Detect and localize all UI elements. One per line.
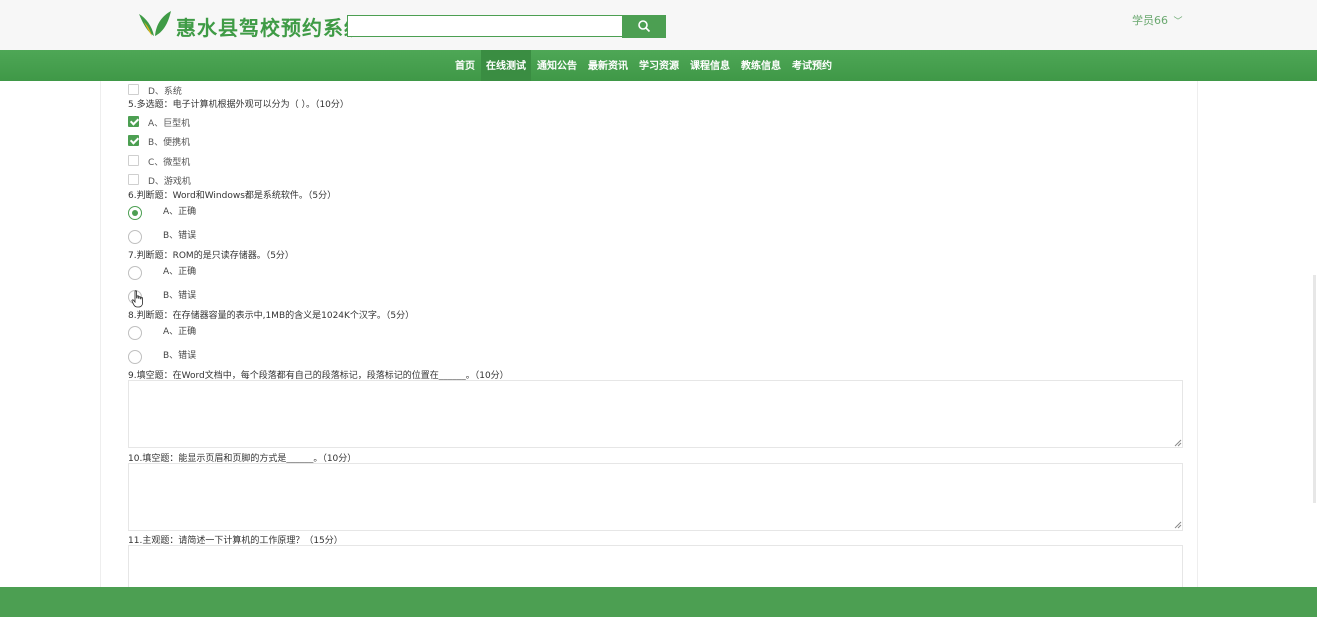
site-header: 惠水县驾校预约系统 学员66 ﹀ (0, 0, 1317, 50)
q9-answer-textarea[interactable] (128, 380, 1183, 448)
option-label: A、巨型机 (148, 119, 191, 129)
nav-item-notices[interactable]: 通知公告 (532, 50, 582, 81)
search-icon (638, 20, 651, 33)
nav-item-news[interactable]: 最新资讯 (583, 50, 633, 81)
radio-selected[interactable] (128, 206, 142, 220)
radio[interactable] (128, 350, 142, 364)
user-name: 学员66 (1132, 14, 1168, 27)
checkbox[interactable] (128, 174, 139, 185)
option-label: B、便携机 (148, 138, 191, 148)
q6-title: 6.判断题：Word和Windows都是系统软件。（5分） (128, 191, 337, 201)
leaf-logo-icon (139, 11, 171, 36)
q10-answer-textarea[interactable] (128, 463, 1183, 531)
nav-item-exam-booking[interactable]: 考试预约 (787, 50, 837, 81)
nav-item-resources[interactable]: 学习资源 (634, 50, 684, 81)
chevron-down-icon: ﹀ (1173, 17, 1183, 27)
resize-grip-icon[interactable] (1174, 521, 1182, 529)
checkbox[interactable] (128, 155, 139, 166)
nav-item-coaches[interactable]: 教练信息 (736, 50, 786, 81)
main-nav: 首页 在线测试 通知公告 最新资讯 学习资源 课程信息 教练信息 考试预约 (0, 50, 1317, 81)
nav-items: 首页 在线测试 通知公告 最新资讯 学习资源 课程信息 教练信息 考试预约 (450, 50, 838, 81)
option-label: A、正确 (163, 327, 197, 337)
option-label: C、微型机 (148, 158, 191, 168)
checkbox[interactable] (128, 84, 139, 95)
radio[interactable] (128, 266, 142, 280)
scrollbar[interactable] (1313, 275, 1316, 503)
option-label: B、错误 (163, 351, 197, 361)
user-menu[interactable]: 学员66 ﹀ (1132, 12, 1183, 28)
nav-item-online-test[interactable]: 在线测试 (481, 50, 531, 81)
nav-item-home[interactable]: 首页 (450, 50, 480, 81)
option-label: B、错误 (163, 231, 197, 241)
resize-grip-icon[interactable] (1174, 439, 1182, 447)
option-label: A、正确 (163, 267, 197, 277)
checkbox-checked[interactable] (128, 135, 139, 146)
q7-title: 7.判断题：ROM的是只读存储器。（5分） (128, 251, 294, 261)
nav-item-courses[interactable]: 课程信息 (685, 50, 735, 81)
option-label: D、游戏机 (148, 177, 191, 187)
site-title: 惠水县驾校预约系统 (176, 16, 365, 40)
footer-bar (0, 587, 1317, 617)
q5-title: 5.多选题：电子计算机根据外观可以分为（ ）。（10分） (128, 100, 349, 110)
search-input[interactable] (347, 15, 624, 37)
q8-title: 8.判断题：在存储器容量的表示中,1MB的含义是1024K个汉字。（5分） (128, 311, 415, 321)
q11-answer-textarea[interactable] (128, 545, 1183, 587)
radio[interactable] (128, 230, 142, 244)
radio[interactable] (128, 326, 142, 340)
option-label: A、正确 (163, 207, 197, 217)
option-label: D、系统 (148, 87, 182, 97)
search-button[interactable] (622, 15, 666, 38)
hand-pointer-cursor-icon (131, 290, 143, 308)
option-label: B、错误 (163, 291, 197, 301)
checkbox-checked[interactable] (128, 116, 139, 127)
